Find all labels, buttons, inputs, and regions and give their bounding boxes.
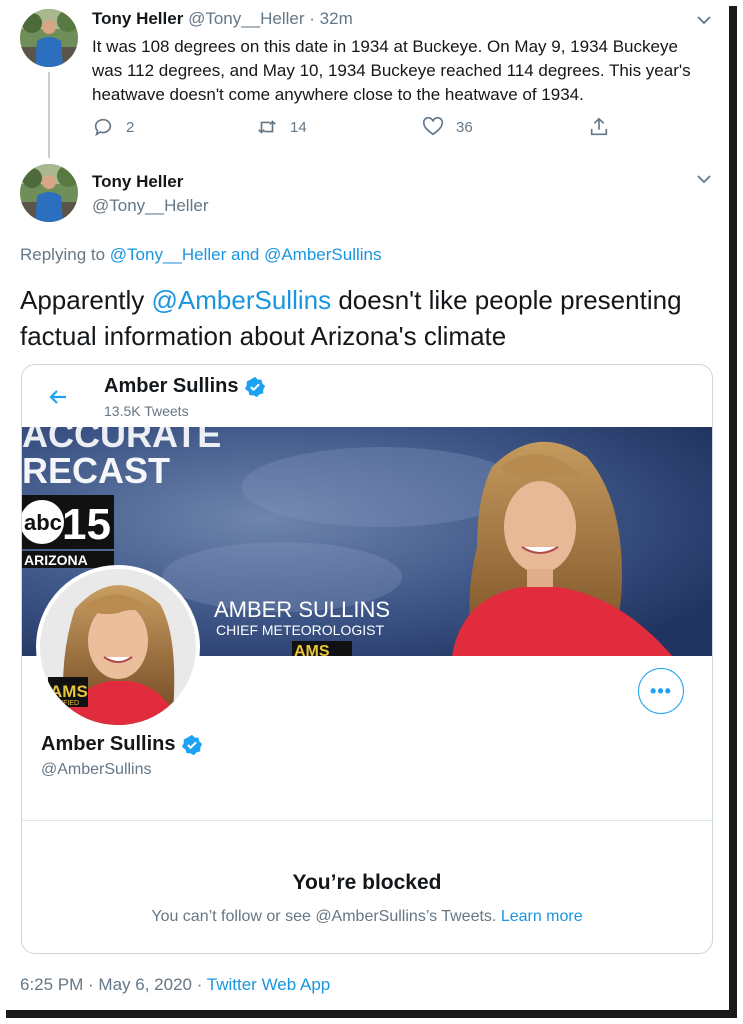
replying-prefix: Replying to <box>20 245 110 264</box>
share-button[interactable] <box>588 116 610 138</box>
tweet-count: 13.5K Tweets <box>104 403 189 419</box>
avatar-tony-heller[interactable] <box>20 164 78 222</box>
tweet2-text: Apparently @AmberSullins doesn't like pe… <box>20 282 720 354</box>
more-options-icon: ••• <box>650 680 672 701</box>
author-name[interactable]: Tony Heller <box>92 172 183 192</box>
learn-more-link[interactable]: Learn more <box>501 908 583 925</box>
verified-badge-icon <box>245 376 266 397</box>
banner-headline-line2: RECAST <box>22 450 170 491</box>
tweet1-header: Tony Heller @Tony__Heller · 32m <box>92 9 353 29</box>
embedded-profile-screenshot[interactable]: Amber Sullins 13.5K Tweets ACCURATE RECA… <box>21 364 713 954</box>
reply-icon <box>94 118 112 137</box>
profile-handle: @AmberSullins <box>41 761 152 778</box>
blocked-message: You can’t follow or see @AmberSullins’s … <box>22 908 712 926</box>
verified-badge-icon <box>182 734 203 755</box>
banner-person-title: CHIEF METEOROLOGIST <box>216 622 384 638</box>
banner-person-name: AMBER SULLINS <box>214 597 390 622</box>
like-icon <box>422 116 444 136</box>
screenshot-frame: Tony Heller @Tony__Heller · 32m It was 1… <box>0 0 729 1010</box>
like-button[interactable]: 36 <box>422 116 473 138</box>
tweet-text-part: Apparently <box>20 285 152 315</box>
frame-shadow-bottom <box>6 1010 737 1018</box>
retweet-button[interactable]: 14 <box>256 116 307 138</box>
author-name[interactable]: Tony Heller <box>92 9 183 28</box>
timestamp-text[interactable]: 6:25 PM · May 6, 2020 · <box>20 975 207 994</box>
reply-mention-link[interactable]: @AmberSullins <box>264 245 381 264</box>
chevron-down-icon[interactable] <box>696 12 712 28</box>
reply-button[interactable]: 2 <box>92 116 134 138</box>
retweet-count: 14 <box>290 118 307 136</box>
like-count: 36 <box>456 118 473 136</box>
blocked-title: You’re blocked <box>292 871 442 894</box>
author-handle[interactable]: @Tony__Heller <box>188 9 304 28</box>
profile-header-name: Amber Sullins <box>104 375 266 398</box>
more-options-button[interactable]: ••• <box>638 668 684 714</box>
avatar-ams-sub: RTIFIED <box>52 700 79 707</box>
mention-link[interactable]: @AmberSullins <box>152 285 332 315</box>
tweet-timestamp: 6:25 PM · May 6, 2020 · Twitter Web App <box>20 975 330 995</box>
divider <box>22 820 712 821</box>
blocked-text: You can’t follow or see @AmberSullins’s … <box>151 908 501 925</box>
author-handle[interactable]: @Tony__Heller <box>92 196 208 216</box>
frame-shadow-right <box>729 6 737 1018</box>
retweet-icon <box>258 120 276 134</box>
reply-count: 2 <box>126 118 135 136</box>
station-abc: abc <box>24 510 62 535</box>
tweet-time[interactable]: · 32m <box>309 9 352 28</box>
profile-header-name-text: Amber Sullins <box>104 375 239 397</box>
avatar-ams-badge: AMS <box>50 682 88 701</box>
chevron-down-icon[interactable] <box>696 171 712 187</box>
replying-to: Replying to @Tony__Heller and @AmberSull… <box>20 245 381 265</box>
reply-mention-link[interactable]: @Tony__Heller <box>110 245 226 264</box>
tweet1-actions: 2 14 36 <box>92 116 652 142</box>
profile-name-text: Amber Sullins <box>41 733 176 755</box>
source-app-link[interactable]: Twitter Web App <box>207 975 330 994</box>
banner-ams-badge: AMS <box>294 643 330 656</box>
reply-and: and <box>226 245 265 264</box>
profile-header-bar: Amber Sullins 13.5K Tweets <box>22 365 712 427</box>
tweet1-text: It was 108 degrees on this date in 1934 … <box>92 37 691 104</box>
station-region: ARIZONA <box>24 552 88 568</box>
profile-name: Amber Sullins <box>41 733 203 756</box>
station-number: 15 <box>62 500 111 549</box>
share-icon <box>590 117 608 136</box>
back-arrow-icon[interactable] <box>46 385 70 409</box>
thread-connector-line <box>48 72 50 158</box>
profile-avatar[interactable]: AMS RTIFIED <box>36 565 200 729</box>
avatar-tony-heller[interactable] <box>20 9 78 67</box>
